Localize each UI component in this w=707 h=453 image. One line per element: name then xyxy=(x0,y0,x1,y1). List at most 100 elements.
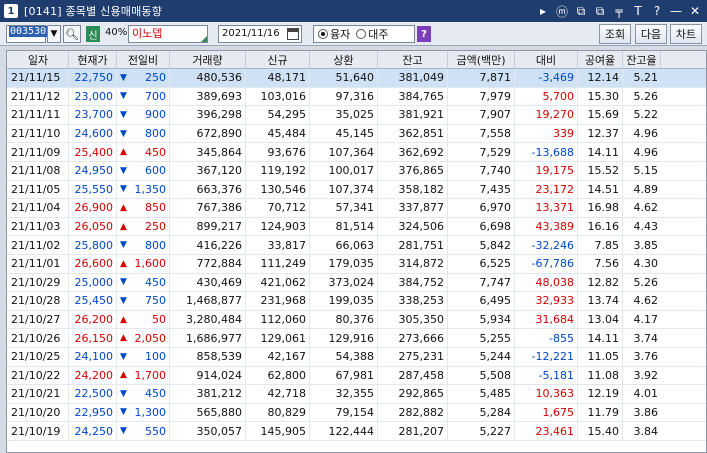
date-input[interactable]: 2021/11/16 xyxy=(218,25,302,43)
cell-diff: 32,933 xyxy=(515,292,578,310)
cell-diff: 5,700 xyxy=(515,87,578,106)
table-row[interactable]: 21/11/10 24,600 ▼ 800 672,890 45,484 45,145 362… xyxy=(7,124,706,144)
cell-price: 26,050 xyxy=(69,217,117,236)
cell-amount: 6,495 xyxy=(448,292,515,310)
col-header-supply-rate[interactable]: 공여율 xyxy=(578,51,623,68)
play-icon[interactable]: ▸ xyxy=(535,3,551,19)
table-row[interactable]: 21/11/05 25,550 ▼ 1,350 663,376 130,546 107,37… xyxy=(7,180,706,200)
cell-change: ▼ 250 xyxy=(117,69,170,87)
table-row[interactable]: 21/10/25 24,100 ▼ 100 858,539 42,167 54,388 275… xyxy=(7,347,706,367)
table-row[interactable]: 21/10/28 25,450 ▼ 750 1,468,877 231,968 199,03… xyxy=(7,292,706,311)
cell-repay: 57,341 xyxy=(310,199,378,217)
cell-date: 21/11/15 xyxy=(7,69,69,87)
col-header-date[interactable]: 일자 xyxy=(7,51,69,68)
pin-icon[interactable]: ╤ xyxy=(611,3,627,19)
cell-new: 70,712 xyxy=(246,199,310,217)
cell-date: 21/11/05 xyxy=(7,180,69,199)
search-button[interactable]: 🔍︎ xyxy=(63,25,81,43)
next-button[interactable]: 다음 xyxy=(635,24,667,44)
radio-dot xyxy=(356,29,367,39)
table-row[interactable]: 21/11/12 23,000 ▼ 700 389,693 103,016 97,316 38… xyxy=(7,87,706,107)
change-value: 1,300 xyxy=(134,405,167,419)
cell-balance-rate: 4.62 xyxy=(633,294,659,308)
cell-price: 23,700 xyxy=(69,106,117,124)
cell-repay: 179,035 xyxy=(310,254,378,273)
cell-supply-rate: 11.08 xyxy=(578,366,623,385)
table-row[interactable]: 21/11/01 26,600 ▲ 1,600 772,884 111,249 179,03… xyxy=(7,254,706,274)
table-row[interactable]: 21/10/20 22,950 ▼ 1,300 565,880 80,829 79,154 2… xyxy=(7,403,706,423)
col-header-diff[interactable]: 대비 xyxy=(515,51,578,68)
radio-stock-lending[interactable]: 대주 xyxy=(356,26,389,42)
change-value: 50 xyxy=(152,313,166,327)
cell-change: ▼ 700 xyxy=(117,87,170,106)
cell-price: 22,750 xyxy=(69,69,117,87)
radio-loan[interactable]: 융자 xyxy=(318,26,350,42)
col-header-new[interactable]: 신규 xyxy=(246,51,310,68)
table-row[interactable]: 21/10/22 24,200 ▲ 1,700 914,024 62,800 67,981 2… xyxy=(7,366,706,386)
chart-button[interactable]: 차트 xyxy=(670,24,702,44)
table-row[interactable]: 21/10/26 26,150 ▲ 2,050 1,686,977 129,061 129,… xyxy=(7,329,706,348)
cell-price: 24,250 xyxy=(69,422,117,440)
change-value: 100 xyxy=(145,350,166,364)
calendar-icon[interactable] xyxy=(287,28,299,40)
col-header-volume[interactable]: 거래량 xyxy=(170,51,246,68)
change-value: 2,050 xyxy=(134,331,167,345)
link-icon[interactable]: ⧉ xyxy=(573,3,589,19)
col-header-change[interactable]: 전일비 xyxy=(117,51,170,68)
col-header-balance[interactable]: 잔고 xyxy=(378,51,448,68)
query-button[interactable]: 조회 xyxy=(599,24,631,44)
table-row[interactable]: 21/11/04 26,900 ▲ 850 767,386 70,712 57,341 337… xyxy=(7,199,706,218)
cell-balance-rate: 5.26 xyxy=(633,89,659,103)
change-value: 450 xyxy=(145,145,166,159)
cell-new: 42,718 xyxy=(246,385,310,403)
change-value: 1,350 xyxy=(134,182,167,196)
table-row[interactable]: 21/11/15 22,750 ▼ 250 480,536 48,171 51,640 381… xyxy=(7,69,706,88)
table-row[interactable]: 21/11/03 26,050 ▲ 250 899,217 124,903 81,514 32… xyxy=(7,217,706,237)
cell-volume: 565,880 xyxy=(170,403,246,422)
cell-new: 48,171 xyxy=(246,69,310,87)
table-row[interactable]: 21/10/29 25,000 ▼ 450 430,469 421,062 373,024 3… xyxy=(7,273,706,293)
cell-change: ▼ 600 xyxy=(117,161,170,180)
cell-supply-rate: 7.85 xyxy=(578,236,623,254)
close-icon[interactable]: ✕ xyxy=(687,3,703,19)
col-header-balance-rate[interactable]: 잔고율 xyxy=(623,51,661,68)
table-row[interactable]: 21/10/19 24,250 ▼ 550 350,057 145,905 122,444 2… xyxy=(7,422,706,441)
cell-supply-rate: 15.52 xyxy=(578,161,623,180)
font-size-icon[interactable]: T xyxy=(630,3,646,19)
col-header-price[interactable]: 현재가 xyxy=(69,51,117,68)
help-button[interactable]: ? xyxy=(417,26,431,42)
memo-icon[interactable]: ⓜ xyxy=(554,3,570,19)
help-icon[interactable]: ? xyxy=(649,3,665,19)
cell-price: 25,450 xyxy=(69,292,117,310)
radio-loan-label: 융자 xyxy=(330,28,351,41)
cell-date: 21/11/03 xyxy=(7,217,69,236)
table-row[interactable]: 21/11/02 25,800 ▼ 800 416,226 33,817 66,063 281… xyxy=(7,236,706,255)
copy-window-icon[interactable]: ⧉ xyxy=(592,3,608,19)
change-value: 1,700 xyxy=(134,368,167,382)
cell-change: ▲ 2,050 xyxy=(117,329,170,347)
cell-diff: 19,175 xyxy=(515,161,578,180)
cell-new: 231,968 xyxy=(246,292,310,310)
table-row[interactable]: 21/10/21 22,500 ▼ 450 381,212 42,718 32,355 292… xyxy=(7,385,706,404)
cell-amount: 7,529 xyxy=(448,143,515,161)
cell-date: 21/10/22 xyxy=(7,366,69,385)
cell-repay: 107,364 xyxy=(310,143,378,161)
cell-new: 119,192 xyxy=(246,161,310,180)
col-header-amount[interactable]: 금액(백만) xyxy=(448,51,515,68)
credit-trading-table[interactable]: 일자 현재가 전일비 거래량 신규 상환 잔고 금액(백만) 대비 공여율 잔고… xyxy=(6,50,707,453)
change-value: 700 xyxy=(145,89,166,103)
minimize-icon[interactable]: — xyxy=(668,3,684,19)
triangle-down-icon: ▼ xyxy=(120,295,127,306)
table-row[interactable]: 21/10/27 26,200 ▲ 50 3,280,484 112,060 80,376 3… xyxy=(7,310,706,330)
table-row[interactable]: 21/11/11 23,700 ▼ 900 396,298 54,295 35,025 381… xyxy=(7,106,706,125)
stock-code-input[interactable]: 003530 xyxy=(6,25,48,43)
code-dropdown-button[interactable]: ▼ xyxy=(47,25,61,43)
triangle-up-icon: ▲ xyxy=(120,258,127,269)
cell-balance-rate: 4.96 xyxy=(633,145,659,159)
triangle-up-icon: ▲ xyxy=(120,202,127,213)
cell-amount: 5,934 xyxy=(448,310,515,329)
margin-ratio: 40% xyxy=(105,27,128,38)
col-header-repay[interactable]: 상환 xyxy=(310,51,378,68)
table-row[interactable]: 21/11/09 25,400 ▲ 450 345,864 93,676 107,364 36… xyxy=(7,143,706,162)
table-row[interactable]: 21/11/08 24,950 ▼ 600 367,120 119,192 100,017 3… xyxy=(7,161,706,181)
